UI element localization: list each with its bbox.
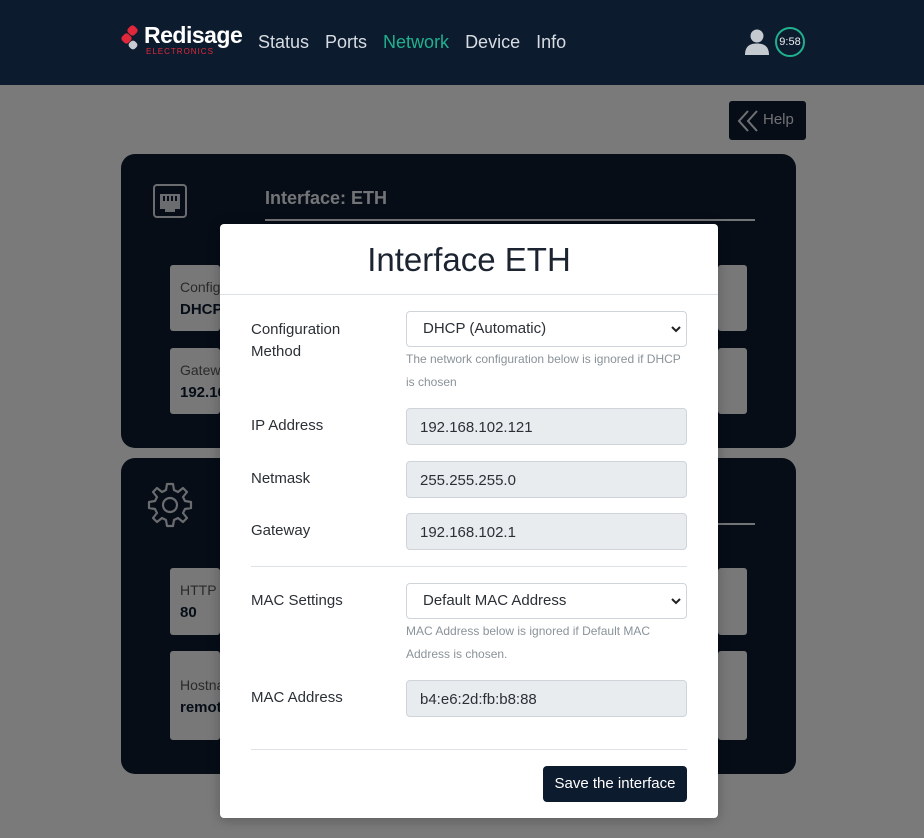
modal-header-divider bbox=[220, 294, 718, 295]
nav-item-status[interactable]: Status bbox=[258, 32, 309, 53]
config-method-value: DHCP (Automatic) bbox=[423, 320, 547, 337]
mac-settings-value: Default MAC Address bbox=[423, 592, 567, 609]
mac-address-field[interactable]: b4:e6:2d:fb:b8:88 bbox=[406, 680, 687, 717]
netmask-field[interactable]: 255.255.255.0 bbox=[406, 461, 687, 498]
logo-name: Redisage bbox=[144, 22, 243, 48]
mac-settings-hint: MAC Address below is ignored if Default … bbox=[406, 624, 651, 661]
user-icon[interactable] bbox=[743, 28, 771, 56]
mac-settings-select[interactable]: Default MAC Address bbox=[406, 583, 687, 619]
chevron-down-icon bbox=[671, 598, 681, 605]
logo-mark-icon bbox=[120, 24, 142, 51]
save-interface-button[interactable]: Save the interface bbox=[543, 766, 687, 802]
gateway-field[interactable]: 192.168.102.1 bbox=[406, 513, 687, 550]
config-method-hint: The network configuration below is ignor… bbox=[406, 352, 681, 389]
nav-item-device[interactable]: Device bbox=[465, 32, 520, 53]
ip-address-field[interactable]: 192.168.102.121 bbox=[406, 408, 687, 445]
nav-item-network[interactable]: Network bbox=[383, 32, 449, 53]
footer-divider bbox=[251, 749, 687, 750]
chevron-down-icon bbox=[671, 326, 681, 333]
interface-modal: Interface ETH Configuration Method DHCP … bbox=[220, 224, 718, 818]
nav-item-ports[interactable]: Ports bbox=[325, 32, 367, 53]
redisage-logo[interactable]: Redisage ELECTRONICS bbox=[120, 22, 247, 62]
gateway-label: Gateway bbox=[251, 522, 311, 539]
mac-address-label: MAC Address bbox=[251, 689, 343, 706]
config-method-label: Configuration Method bbox=[251, 321, 341, 360]
session-timer: 9:58 bbox=[775, 27, 805, 57]
logo-subtitle: ELECTRONICS bbox=[146, 47, 214, 56]
mac-settings-label: MAC Settings bbox=[251, 592, 343, 609]
ip-address-label: IP Address bbox=[251, 417, 324, 434]
section-divider bbox=[251, 566, 687, 567]
config-method-select[interactable]: DHCP (Automatic) bbox=[406, 311, 687, 347]
modal-title: Interface ETH bbox=[367, 241, 571, 278]
netmask-label: Netmask bbox=[251, 470, 311, 487]
nav-item-info[interactable]: Info bbox=[536, 32, 566, 53]
top-navbar: Redisage ELECTRONICS Status Ports Networ… bbox=[0, 0, 924, 85]
main-nav: Status Ports Network Device Info bbox=[258, 32, 582, 53]
